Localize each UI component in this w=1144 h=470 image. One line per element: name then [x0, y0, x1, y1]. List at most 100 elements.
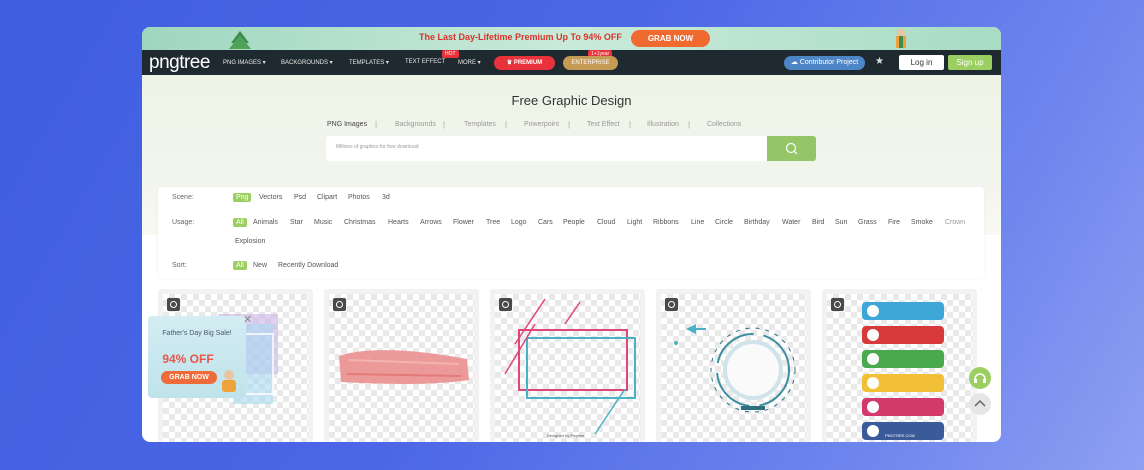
usage-light[interactable]: Light — [627, 219, 642, 226]
usage-ribbons[interactable]: Ribbons — [653, 219, 679, 226]
usage-explosion[interactable]: Explosion — [235, 238, 265, 245]
sort-recently-download[interactable]: Recently Download — [278, 262, 338, 269]
usage-crown[interactable]: Crown — [945, 219, 965, 226]
nav-png-images[interactable]: PNG IMAGES ▾ — [223, 59, 266, 66]
scene-vectors[interactable]: Vectors — [259, 194, 282, 201]
tab-collections[interactable]: Collections — [707, 121, 741, 128]
scene-clipart[interactable]: Clipart — [317, 194, 337, 201]
tab-text-effect[interactable]: Text Effect — [587, 121, 620, 128]
nav-text-effect[interactable]: TEXT EFFECT — [405, 59, 445, 65]
usage-music[interactable]: Music — [314, 219, 332, 226]
search-input[interactable]: Millions of graphics for free download — [326, 136, 767, 161]
usage-flower[interactable]: Flower — [453, 219, 474, 226]
pink-brush-stroke-graphic — [339, 350, 469, 384]
popup-grab-now-button[interactable]: GRAB NOW — [161, 371, 217, 384]
usage-star[interactable]: Star — [290, 219, 303, 226]
tab-separator: | — [375, 120, 378, 129]
copyright-icon — [499, 298, 512, 311]
usage-circle[interactable]: Circle — [715, 219, 733, 226]
hot-badge: HOT — [442, 50, 459, 58]
usage-cars[interactable]: Cars — [538, 219, 553, 226]
usage-bird[interactable]: Bird — [812, 219, 824, 226]
nav-backgrounds[interactable]: BACKGROUNDS ▾ — [281, 59, 333, 66]
tech-circle-graphic — [674, 324, 796, 413]
pngtree-logo[interactable]: pngtree — [149, 52, 210, 74]
nav-templates[interactable]: TEMPLATES ▾ — [349, 59, 389, 66]
usage-water[interactable]: Water — [782, 219, 800, 226]
card-thumbnail[interactable]: Designed by Pngtree — [495, 294, 640, 442]
gift-character-icon — [896, 29, 906, 48]
premium-button[interactable]: ♛ PREMIUM — [494, 56, 555, 70]
usage-birthday[interactable]: Birthday — [744, 219, 770, 226]
sort-new[interactable]: New — [253, 262, 267, 269]
image-card[interactable]: Designed by Pngtree — [490, 289, 645, 442]
image-card[interactable] — [324, 289, 479, 442]
tab-illustration[interactable]: Illustration — [647, 121, 679, 128]
sort-all[interactable]: All — [233, 261, 247, 270]
top-nav: pngtree PNG IMAGES ▾ BACKGROUNDS ▾ TEMPL… — [142, 50, 1001, 75]
christmas-tree-icon — [229, 31, 251, 49]
usage-tree[interactable]: Tree — [486, 219, 500, 226]
login-button[interactable]: Log in — [899, 55, 944, 70]
popup-close-icon[interactable]: ✕ — [243, 313, 252, 326]
usage-label: Usage: — [172, 219, 195, 226]
page-title: Free Graphic Design — [511, 93, 632, 108]
scene-3d[interactable]: 3d — [382, 194, 390, 201]
tab-backgrounds[interactable]: Backgrounds — [395, 121, 436, 128]
usage-hearts[interactable]: Hearts — [388, 219, 409, 226]
tab-separator: | — [688, 120, 691, 129]
headset-icon — [974, 373, 986, 383]
tab-png-images[interactable]: PNG Images — [327, 121, 367, 128]
image-card[interactable]: PNGTREE.COM — [822, 289, 977, 442]
copyright-icon — [665, 298, 678, 311]
usage-line[interactable]: Line — [691, 219, 704, 226]
popup-discount: 94% OFF — [162, 352, 214, 366]
customer-service-button[interactable] — [969, 367, 991, 389]
tab-templates[interactable]: Templates — [464, 121, 496, 128]
contributor-project-button[interactable]: ☁ Contributor Project — [784, 56, 865, 70]
cloud-upload-icon: ☁ — [790, 59, 800, 66]
favorite-star-icon[interactable]: ★ — [875, 56, 884, 67]
usage-people[interactable]: People — [563, 219, 585, 226]
scene-psd[interactable]: Psd — [294, 194, 306, 201]
card-thumbnail[interactable] — [329, 294, 474, 442]
promo-banner: The Last Day-Lifetime Premium Up To 94% … — [142, 27, 1001, 50]
social-media-brush-graphic — [862, 302, 944, 440]
usage-smoke[interactable]: Smoke — [911, 219, 933, 226]
tab-separator: | — [443, 120, 446, 129]
usage-cloud[interactable]: Cloud — [597, 219, 615, 226]
card-caption: Designed by Pngtree — [547, 433, 585, 438]
geometric-frame-graphic — [504, 298, 636, 435]
image-card[interactable] — [656, 289, 811, 442]
sort-label: Sort: — [172, 262, 187, 269]
tab-powerpoint[interactable]: Powerpoint — [524, 121, 559, 128]
copyright-icon — [167, 298, 180, 311]
back-to-top-button[interactable] — [969, 393, 991, 415]
promo-grab-now-button[interactable]: GRAB NOW — [631, 30, 710, 47]
nav-more[interactable]: MORE ▾ — [458, 59, 481, 66]
scene-photos[interactable]: Photos — [348, 194, 370, 201]
usage-sun[interactable]: Sun — [835, 219, 847, 226]
search-button[interactable] — [767, 136, 816, 161]
scene-png[interactable]: Png — [233, 193, 252, 202]
usage-fire[interactable]: Fire — [888, 219, 900, 226]
browser-window: The Last Day-Lifetime Premium Up To 94% … — [142, 27, 1001, 442]
tab-separator: | — [629, 120, 632, 129]
card-thumbnail[interactable] — [661, 294, 806, 442]
usage-grass[interactable]: Grass — [858, 219, 877, 226]
usage-logo[interactable]: Logo — [511, 219, 527, 226]
card-caption: PNGTREE.COM — [885, 433, 915, 438]
usage-all[interactable]: All — [233, 218, 247, 227]
scene-label: Scene: — [172, 194, 194, 201]
tab-separator: | — [568, 120, 571, 129]
usage-arrows[interactable]: Arrows — [420, 219, 442, 226]
enterprise-button[interactable]: ENTERPRISE — [563, 56, 618, 70]
popup-title: Father's Day Big Sale! — [162, 330, 232, 337]
signup-button[interactable]: Sign up — [948, 55, 992, 70]
search-icon — [785, 142, 798, 155]
usage-christmas[interactable]: Christmas — [344, 219, 376, 226]
promo-text: The Last Day-Lifetime Premium Up To 94% … — [419, 32, 622, 42]
fathers-day-popup[interactable]: Father's Day Big Sale! 94% OFF GRAB NOW — [148, 316, 246, 398]
card-thumbnail[interactable]: PNGTREE.COM — [827, 294, 972, 442]
usage-animals[interactable]: Animals — [253, 219, 278, 226]
